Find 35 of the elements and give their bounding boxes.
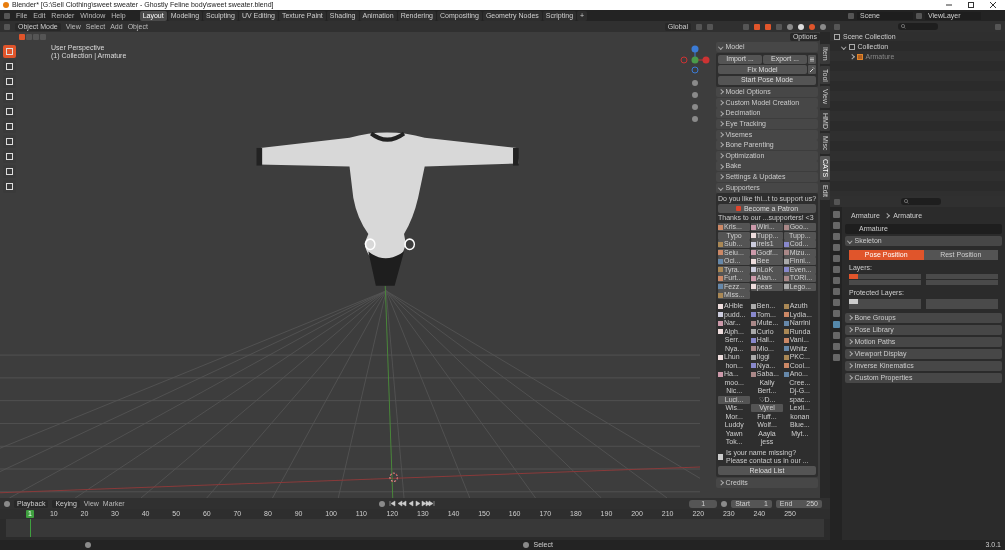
tool-button[interactable]: [3, 180, 16, 193]
app-logo-icon: [3, 2, 9, 8]
3d-viewport[interactable]: [0, 21, 830, 498]
layer-toggle[interactable]: [912, 274, 921, 279]
tool-button[interactable]: [3, 105, 16, 118]
tool-button[interactable]: [3, 45, 16, 58]
layer-toggle[interactable]: [849, 304, 858, 309]
layer-toggle[interactable]: [849, 298, 858, 304]
layer-toggle[interactable]: [858, 274, 867, 279]
tool-button[interactable]: [3, 165, 16, 178]
layer-toggle[interactable]: [849, 279, 858, 285]
collection-icon: [834, 34, 840, 40]
timeline-track[interactable]: [6, 519, 824, 537]
menu-icon[interactable]: [808, 54, 816, 64]
search-field[interactable]: [897, 23, 938, 30]
layer-toggle[interactable]: [926, 279, 935, 285]
tool-button[interactable]: [3, 90, 16, 103]
playhead-line[interactable]: [30, 519, 31, 537]
tool-button[interactable]: [3, 150, 16, 163]
minimize-icon[interactable]: [945, 1, 953, 9]
close-icon[interactable]: [989, 1, 997, 9]
navigation-gizmo-icon[interactable]: [680, 44, 710, 74]
tool-button[interactable]: [3, 120, 16, 133]
tool-button[interactable]: [3, 60, 16, 73]
layer-toggle[interactable]: [912, 279, 921, 285]
tool-button[interactable]: [3, 75, 16, 88]
maximize-icon[interactable]: [967, 1, 975, 9]
layer-toggle[interactable]: [926, 274, 935, 279]
3d-cursor-icon: [389, 472, 398, 482]
layer-toggle[interactable]: [849, 274, 858, 279]
layer-toggle[interactable]: [989, 274, 998, 279]
layer-toggle[interactable]: [989, 279, 998, 285]
playback-controls-icon[interactable]: [388, 500, 435, 507]
search-field[interactable]: [900, 198, 941, 205]
tool-button[interactable]: [3, 135, 16, 148]
